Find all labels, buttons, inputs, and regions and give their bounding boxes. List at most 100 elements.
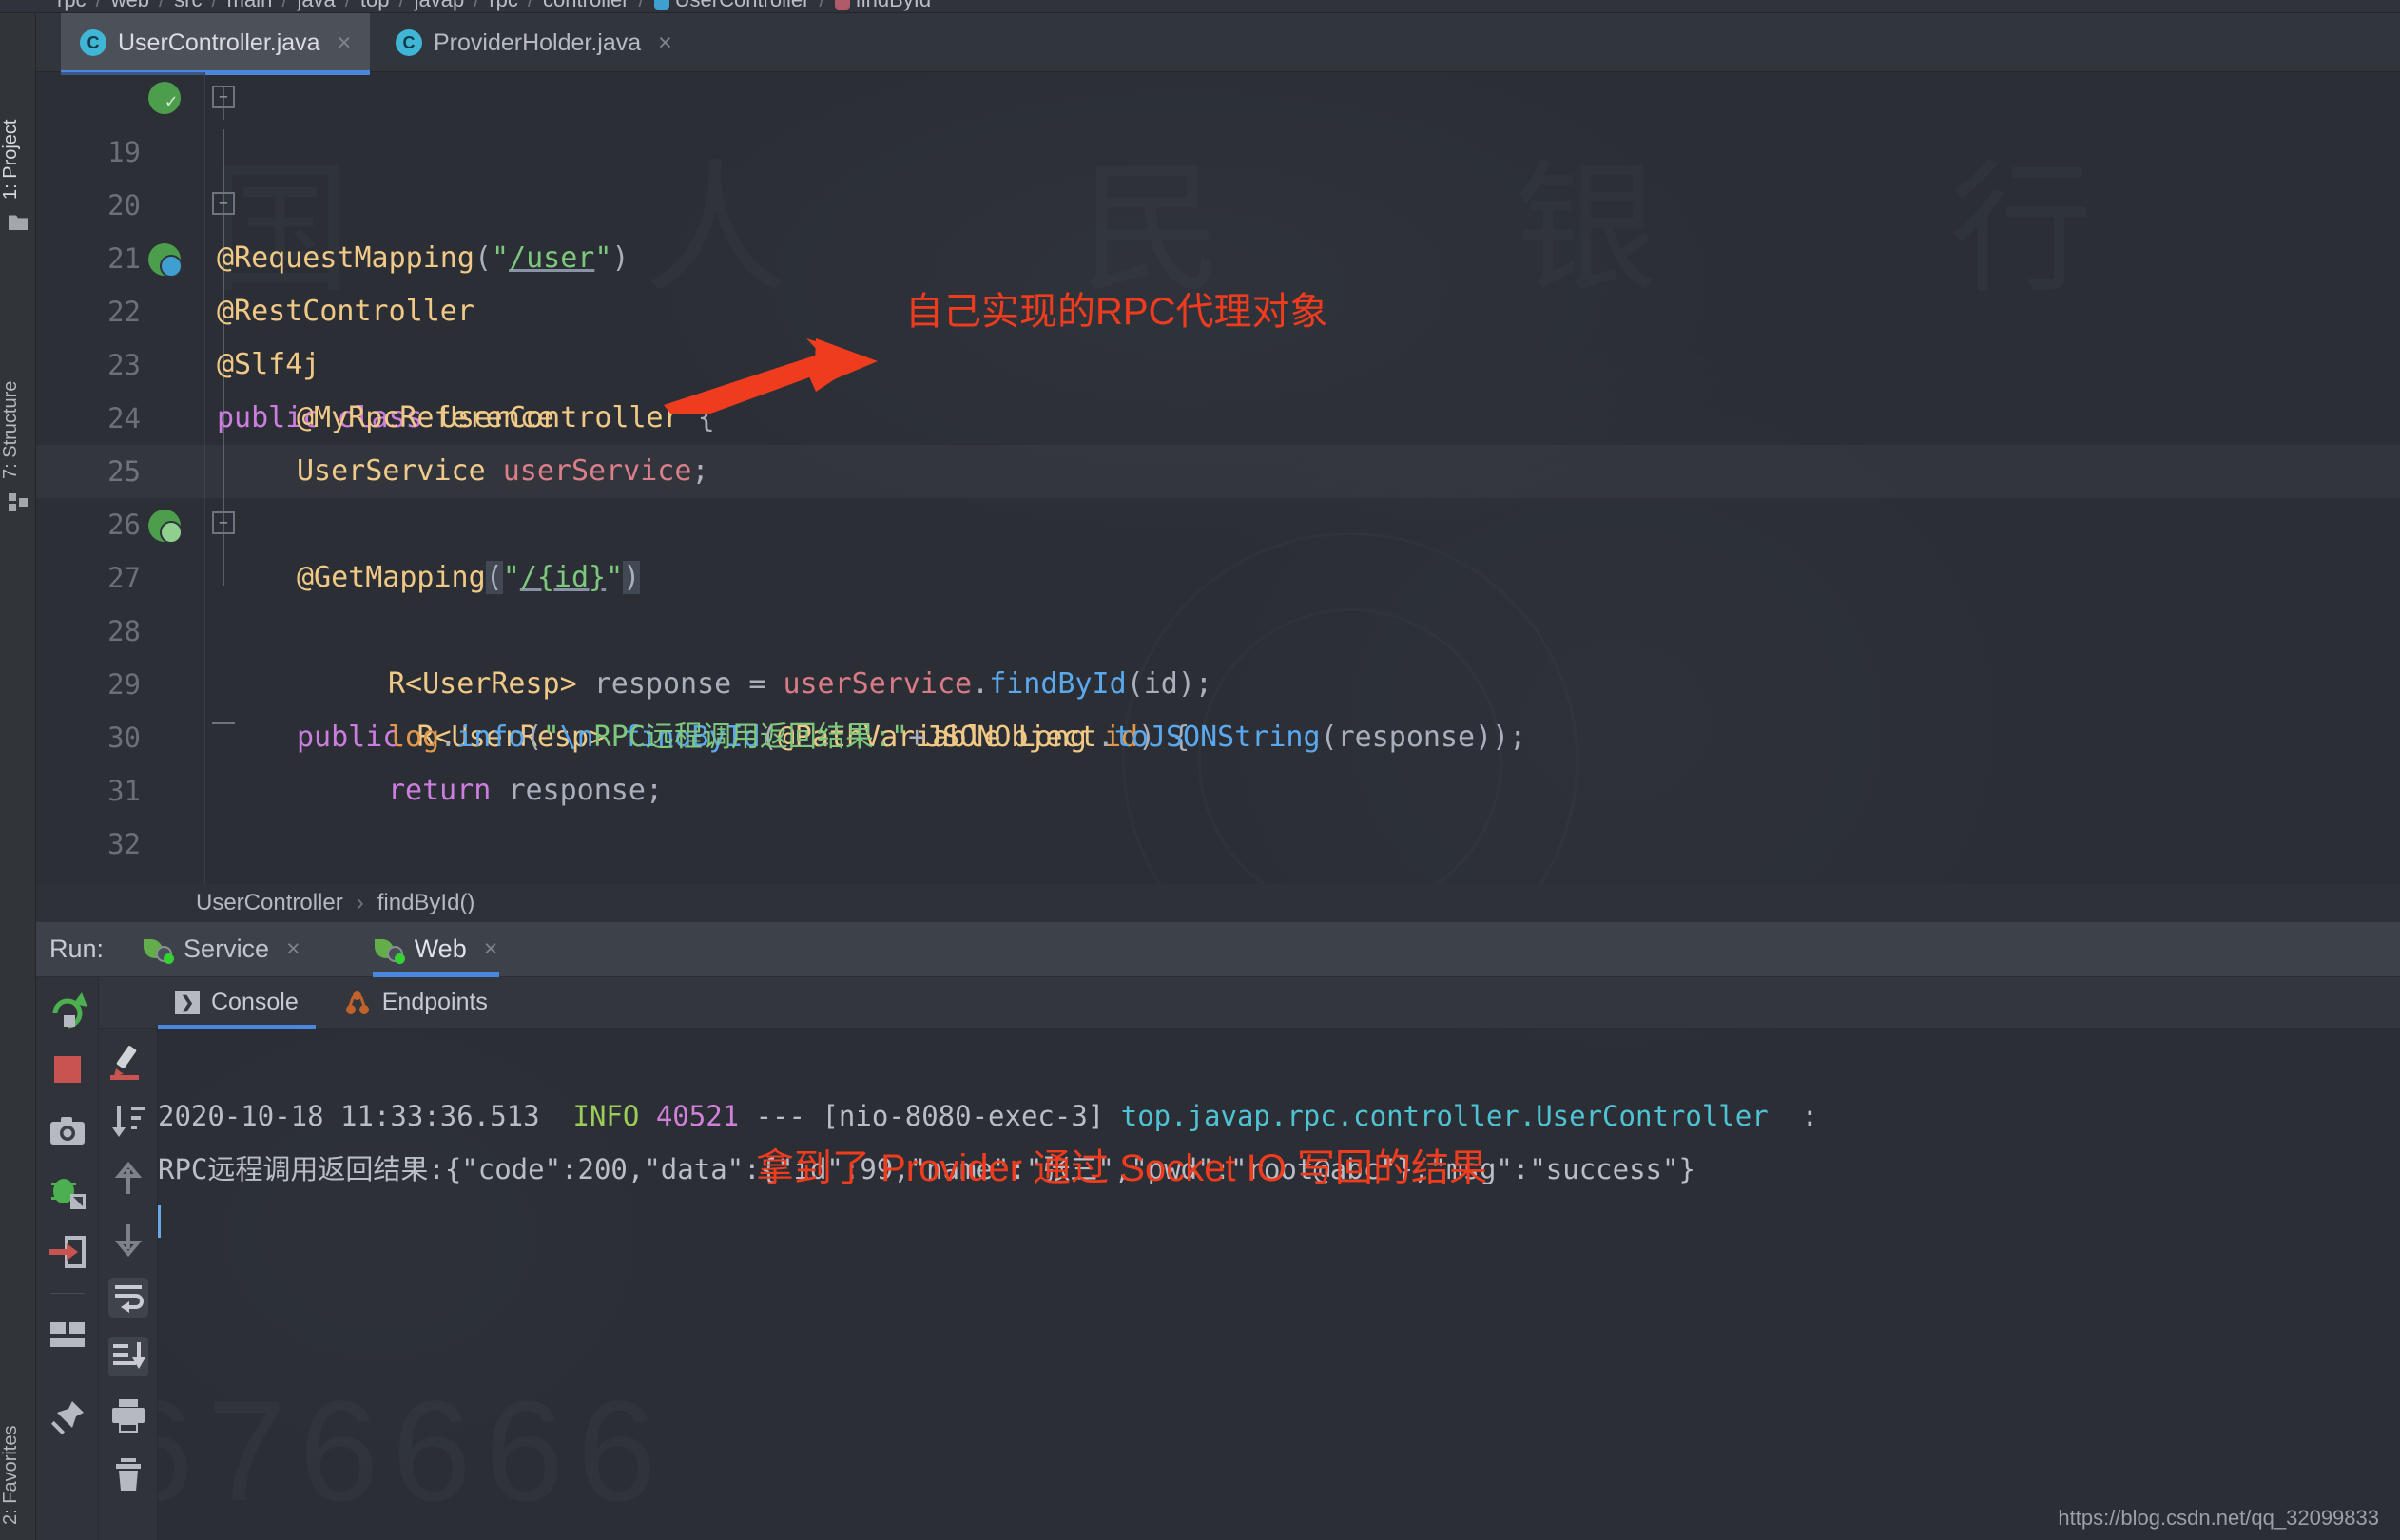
exit-icon[interactable]: [48, 1232, 87, 1272]
spring-boot-icon: [144, 937, 175, 964]
breadcrumb-item[interactable]: javap: [415, 0, 465, 11]
sidebar-item-favorites[interactable]: 2: Favorites: [0, 1335, 36, 1525]
method-icon: [834, 0, 850, 10]
highlight-icon[interactable]: [108, 1042, 148, 1082]
breadcrumb-item[interactable]: UserController: [675, 0, 810, 11]
spring-boot-icon: [374, 937, 405, 964]
code-line: 24 UserService userService;: [36, 338, 2400, 488]
console-logger: top.javap.rpc.controller.UserController: [1120, 1100, 1769, 1132]
run-toolbar-primary: [36, 977, 99, 1540]
run-tool-window-header: Run: Service × Web ×: [36, 922, 2400, 977]
run-check-icon[interactable]: [148, 82, 184, 114]
fold-minus-icon[interactable]: −: [212, 511, 235, 534]
console-caret: [158, 1205, 161, 1238]
breadcrumb-item[interactable]: controller: [543, 0, 629, 11]
run-tab-label: Service: [184, 934, 270, 963]
sidebar-item-structure[interactable]: 7: Structure: [0, 289, 36, 479]
tab-label: Console: [211, 989, 299, 1015]
breadcrumb-item[interactable]: main: [227, 0, 273, 11]
editor-tab-label: ProviderHolder.java: [434, 29, 642, 56]
code-line: 22 public class UserController {: [36, 232, 2400, 434]
rerun-icon[interactable]: [48, 989, 87, 1029]
close-icon[interactable]: ×: [484, 935, 498, 963]
breadcrumb-item[interactable]: findById: [856, 0, 932, 11]
run-label: Run:: [49, 934, 105, 963]
code-line: 29 log.info("\nRPC远程调用返回结果:"+JSONObject.…: [36, 605, 2400, 754]
up-icon[interactable]: [108, 1160, 148, 1200]
debug-icon[interactable]: [48, 1171, 87, 1211]
breadcrumb-method[interactable]: findById(): [377, 890, 475, 916]
console-thread: [nio-8080-exec-3]: [822, 1100, 1105, 1132]
watermark-url: https://blog.csdn.net/qq_32099833: [2058, 1506, 2379, 1530]
annotation-socket-io: 拿到了 Provider 通过 Socket IO 写回的结果: [756, 1147, 1488, 1189]
class-icon: [653, 0, 669, 10]
fold-minus-icon[interactable]: −: [212, 192, 235, 215]
code-line: 30 return response;: [36, 658, 2400, 807]
code-line: 25: [36, 392, 2400, 488]
breadcrumb-item[interactable]: rpc: [489, 0, 518, 11]
console-pid: 40521: [655, 1100, 740, 1132]
down-icon[interactable]: [108, 1219, 148, 1259]
annotation-rpc-proxy: 自己实现的RPC代理对象: [905, 291, 1328, 333]
tab-label: Endpoints: [381, 989, 488, 1015]
run-tab-service[interactable]: Service ×: [128, 922, 316, 977]
soft-wrap-icon[interactable]: [107, 1278, 148, 1318]
tab-endpoints[interactable]: Endpoints: [327, 977, 505, 1029]
breadcrumb-item[interactable]: rpc: [57, 0, 87, 11]
clear-all-icon[interactable]: [108, 1454, 148, 1494]
run-sub-tab-bar: ❯ Console Endpoints: [99, 977, 2400, 1029]
close-icon[interactable]: ×: [286, 935, 300, 963]
breadcrumb-item[interactable]: web: [111, 0, 149, 11]
run-tab-web[interactable]: Web ×: [359, 922, 513, 977]
breadcrumb-class[interactable]: UserController: [196, 890, 343, 916]
console-icon: ❯: [175, 991, 200, 1014]
close-icon[interactable]: ×: [658, 29, 672, 57]
code-content[interactable]: 19 − @RestController 20 @RequestMapping(…: [36, 72, 2400, 884]
tab-console[interactable]: ❯ Console: [158, 977, 316, 1029]
editor-breadcrumb: UserController › findById(): [36, 884, 2400, 922]
console-timestamp: 2020-10-18 11:33:36.513: [158, 1100, 540, 1132]
console-dashes: ---: [755, 1100, 805, 1132]
endpoints-icon: [344, 991, 371, 1014]
console-level: INFO: [572, 1100, 640, 1132]
editor-tab-bar: C UserController.java × C ProviderHolder…: [36, 13, 2400, 75]
fold-end-icon[interactable]: [212, 722, 235, 736]
breadcrumb-item[interactable]: top: [360, 0, 390, 11]
code-line: 26 @GetMapping("/{id}"): [36, 445, 2400, 594]
run-globe-icon[interactable]: [148, 510, 183, 544]
pin-icon[interactable]: [48, 1397, 87, 1437]
console-output[interactable]: 2020-10-18 11:33:36.513 INFO 40521 --- […: [158, 1029, 2400, 1540]
run-class-icon[interactable]: [148, 243, 183, 278]
layout-icon[interactable]: [48, 1315, 87, 1355]
fold-minus-icon[interactable]: −: [212, 86, 235, 108]
sort-icon[interactable]: [108, 1101, 148, 1141]
ide-window: 国 人 民 银 行 676666 rpc/web/src/main/java/t…: [0, 0, 2400, 1540]
breadcrumb-item[interactable]: java: [297, 0, 335, 11]
print-icon[interactable]: [108, 1396, 148, 1435]
breadcrumb-separator-icon: ›: [356, 890, 364, 915]
editor-tab-usercontroller[interactable]: C UserController.java ×: [61, 13, 371, 75]
close-icon[interactable]: ×: [338, 29, 352, 57]
code-line: 21 − @Slf4j: [36, 179, 2400, 381]
annotation-arrow-icon: [664, 338, 878, 414]
code-editor[interactable]: 19 − @RestController 20 @RequestMapping(…: [36, 72, 2400, 884]
class-icon: C: [396, 29, 422, 56]
editor-tab-label: UserController.java: [118, 29, 320, 56]
console-colon: :: [1801, 1100, 1819, 1132]
sidebar-item-project[interactable]: 1: Project: [0, 38, 36, 200]
run-tab-label: Web: [414, 934, 467, 963]
screenshot-icon[interactable]: [48, 1110, 87, 1150]
editor-tab-providerholder[interactable]: C ProviderHolder.java ×: [377, 13, 691, 72]
run-toolbar-secondary: [99, 1029, 158, 1540]
breadcrumb: rpc/web/src/main/java/top/javap/rpc/cont…: [0, 0, 2400, 13]
code-line: 20 @RequestMapping("/user"): [36, 125, 2400, 275]
code-line: 31 }: [36, 711, 2400, 884]
breadcrumb-item[interactable]: src: [174, 0, 202, 11]
code-line: 19 − @RestController: [36, 72, 2400, 328]
left-tool-window-bar: 1: Project 7: Structure 2: Favorites: [0, 13, 36, 1540]
stop-icon[interactable]: [48, 1049, 87, 1089]
scroll-to-end-icon[interactable]: [107, 1337, 148, 1376]
code-line: 28 R<UserResp> response = userService.fi…: [36, 551, 2400, 701]
code-line: 32 }: [36, 764, 2400, 884]
line-number: 32: [107, 828, 141, 860]
